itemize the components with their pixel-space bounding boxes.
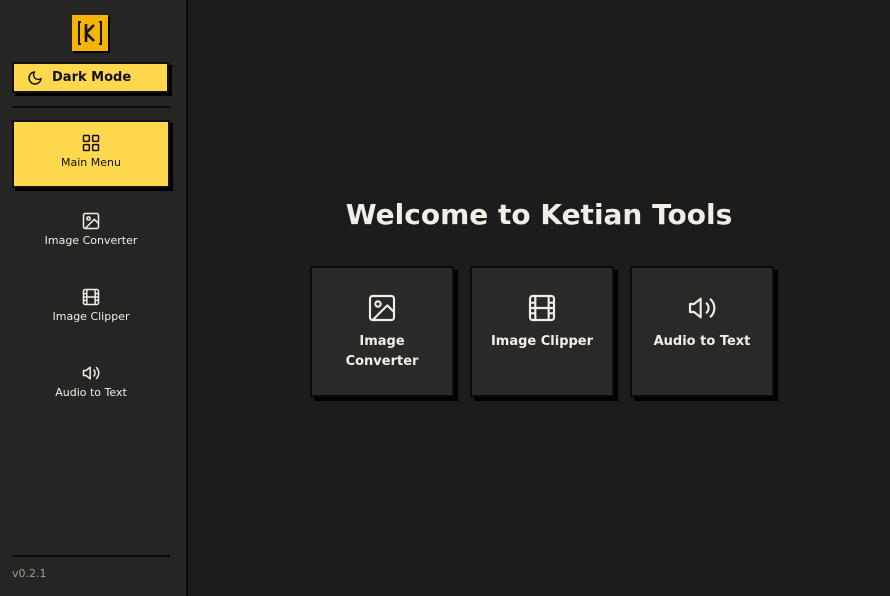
tool-card-audio-to-text[interactable]: Audio to Text xyxy=(630,266,774,397)
sidebar-item-audio-to-text[interactable]: Audio to Text xyxy=(12,350,170,418)
sidebar-item-main-menu[interactable]: Main Menu xyxy=(12,120,170,188)
image-icon xyxy=(366,292,398,324)
tool-card-label: Image Clipper xyxy=(490,334,594,349)
sidebar-item-label: Main Menu xyxy=(61,156,121,169)
speaker-icon xyxy=(81,363,101,383)
film-icon xyxy=(81,287,101,307)
sidebar: Dark Mode Main Menu Image Converter Imag… xyxy=(0,0,188,596)
sidebar-item-label: Image Converter xyxy=(44,234,138,247)
version-label: v0.2.1 xyxy=(12,567,47,580)
tool-card-label: Image Converter xyxy=(345,334,419,369)
image-icon xyxy=(81,211,101,231)
tool-card-image-converter[interactable]: Image Converter xyxy=(310,266,454,397)
film-icon xyxy=(526,292,558,324)
sidebar-item-label: Image Clipper xyxy=(52,310,130,323)
sidebar-item-label: Audio to Text xyxy=(55,386,127,399)
grid-icon xyxy=(81,133,101,153)
dark-mode-button[interactable]: Dark Mode xyxy=(12,62,169,93)
tool-card-label: Audio to Text xyxy=(653,334,751,349)
sidebar-item-image-clipper[interactable]: Image Clipper xyxy=(12,274,170,342)
tool-card-image-clipper[interactable]: Image Clipper xyxy=(470,266,614,397)
sidebar-divider xyxy=(12,106,170,108)
page-title: Welcome to Ketian Tools xyxy=(345,198,733,231)
dark-mode-label: Dark Mode xyxy=(52,70,132,85)
speaker-icon xyxy=(686,292,718,324)
moon-icon xyxy=(27,70,43,86)
sidebar-divider xyxy=(12,555,170,557)
logo-icon[interactable] xyxy=(72,15,108,51)
sidebar-item-image-converter[interactable]: Image Converter xyxy=(12,198,170,266)
